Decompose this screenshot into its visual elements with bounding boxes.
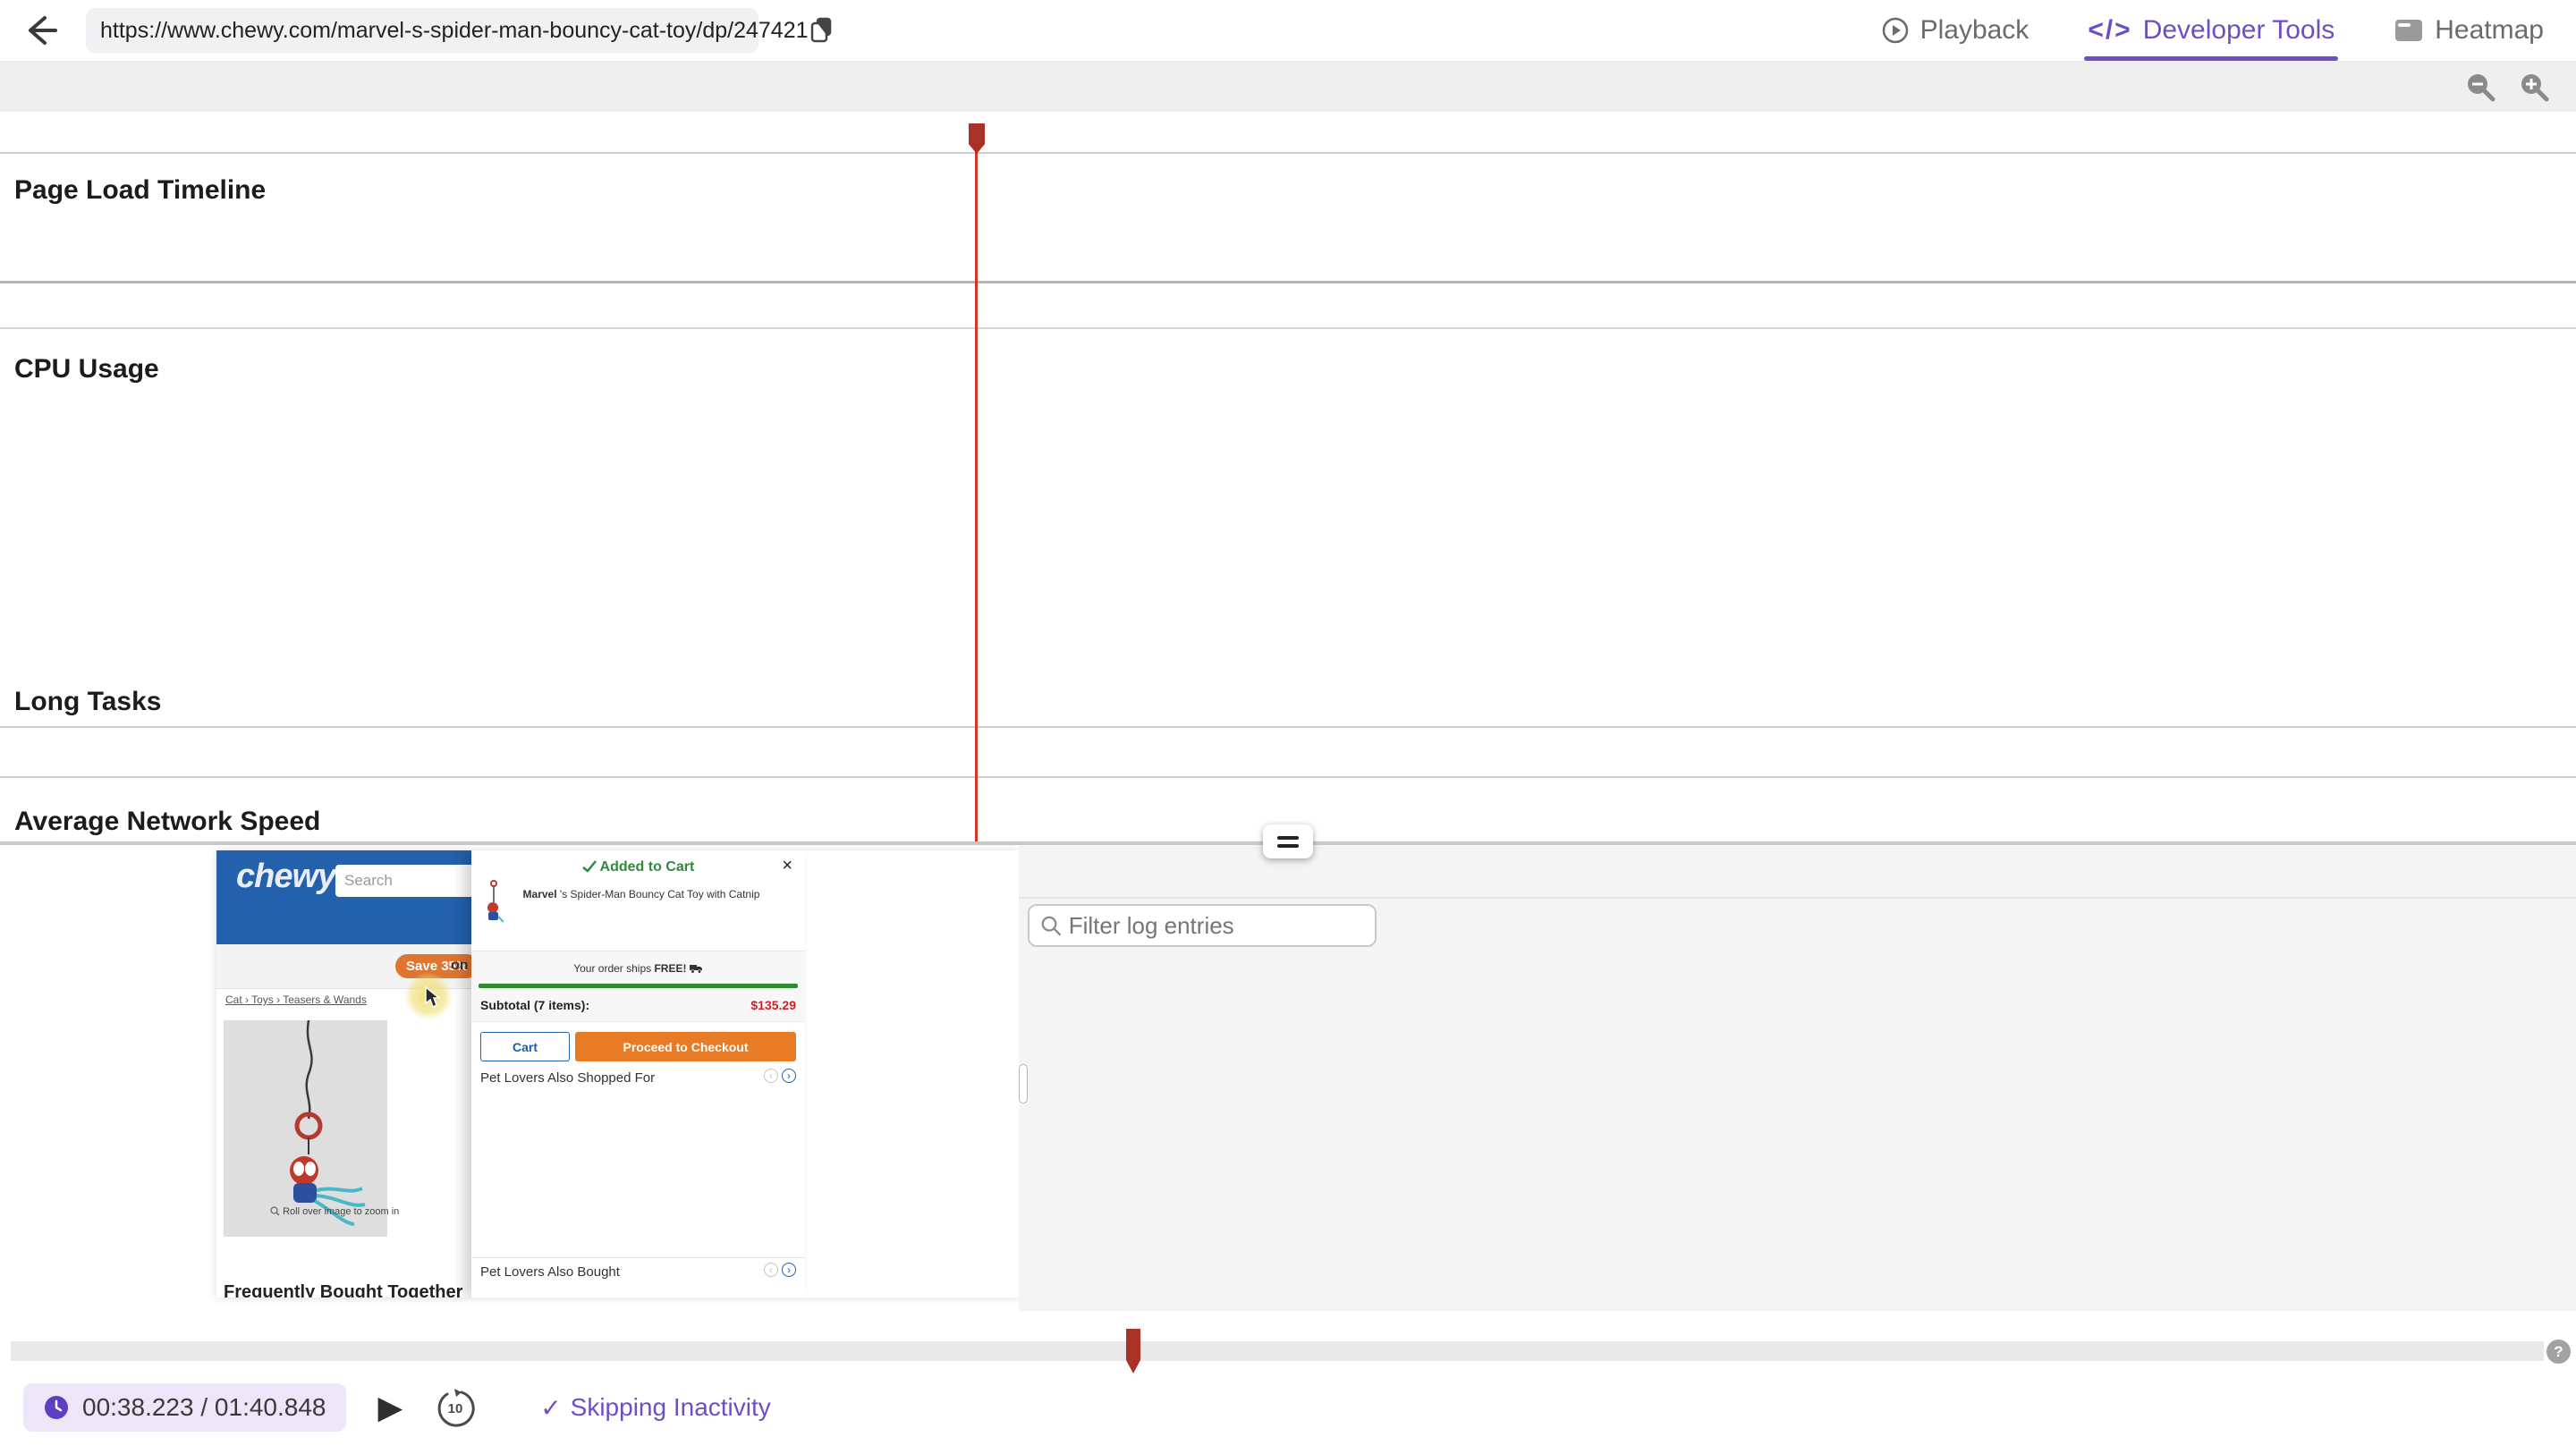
- cpu-usage-chart[interactable]: [0, 396, 2576, 660]
- scrubber-playhead[interactable]: [1126, 1329, 1140, 1374]
- shipping-progress-bar: [479, 984, 798, 988]
- log-filter-box[interactable]: [1028, 904, 1377, 947]
- time-display: 00:38.223 / 01:40.848: [23, 1383, 346, 1432]
- playhead-line: [975, 125, 978, 841]
- divider-drag-handle[interactable]: [1263, 824, 1313, 858]
- carousel-next-icon-2[interactable]: ›: [782, 1263, 796, 1277]
- total-time: 01:40.848: [215, 1393, 326, 1421]
- play-circle-icon: [1881, 16, 1910, 45]
- carousel-arrows: ‹ ›: [764, 1069, 796, 1083]
- tab-playback[interactable]: Playback: [1881, 0, 2029, 61]
- shipping-band: Your order ships FREE! Subtotal (7 items…: [471, 951, 805, 1022]
- log-filter-input[interactable]: [1069, 912, 1364, 940]
- top-bar: https://www.chewy.com/marvel-s-spider-ma…: [0, 0, 2576, 61]
- timeline-centerline: [0, 281, 2576, 283]
- devtools-tab-bar: [0, 61, 2576, 112]
- section-title-long-tasks: Long Tasks: [14, 687, 161, 717]
- player-bar: ? 00:38.223 / 01:40.848 ▶ 10 ✓ Skipping …: [0, 1311, 2576, 1454]
- subtotal-value: $135.29: [750, 998, 796, 1012]
- mouse-cursor: [424, 986, 444, 1010]
- close-icon[interactable]: ×: [782, 856, 792, 876]
- scrollbar-thumb[interactable]: [1019, 1064, 1028, 1103]
- search-icon: [1040, 914, 1062, 937]
- help-icon[interactable]: ?: [2546, 1340, 2571, 1364]
- check-icon: ✓: [540, 1393, 561, 1423]
- zoom-out-icon[interactable]: [2463, 70, 2497, 104]
- frequently-bought-title: Frequently Bought Together: [224, 1282, 462, 1298]
- current-time: 00:38.223: [82, 1393, 194, 1421]
- tab-heatmap[interactable]: Heatmap: [2394, 0, 2544, 61]
- session-replay-viewport: chewy Search Save 35% on y Cat › Toys › …: [216, 850, 1019, 1298]
- cart-item-title[interactable]: Marvel 's Spider-Man Bouncy Cat Toy with…: [507, 888, 775, 900]
- play-button[interactable]: ▶: [378, 1391, 403, 1424]
- copy-icon[interactable]: [809, 16, 835, 45]
- skipping-inactivity-toggle[interactable]: ✓ Skipping Inactivity: [540, 1393, 771, 1423]
- added-to-cart-panel: Added to Cart × Marvel 's Spider-Man Bou…: [471, 850, 805, 1298]
- product-image: [224, 1020, 387, 1237]
- timeline-ruler[interactable]: [0, 112, 2576, 154]
- also-bought-title: Pet Lovers Also Bought: [480, 1264, 620, 1280]
- carousel-prev-icon[interactable]: ‹: [764, 1069, 778, 1083]
- cart-button[interactable]: Cart: [480, 1032, 570, 1061]
- scrubber-track[interactable]: [11, 1341, 2544, 1361]
- breadcrumb[interactable]: Cat › Toys › Teasers & Wands: [225, 993, 367, 1006]
- free-shipping-text: Your order ships FREE!: [471, 962, 805, 975]
- also-shopped-title: Pet Lovers Also Shopped For: [480, 1070, 655, 1086]
- code-icon: </>: [2088, 15, 2131, 46]
- section-title-network-speed: Average Network Speed: [14, 807, 320, 837]
- proceed-to-checkout-button[interactable]: Proceed to Checkout: [575, 1032, 796, 1061]
- svg-text:10: 10: [448, 1401, 463, 1416]
- tab-developer-tools[interactable]: </> Developer Tools: [2088, 0, 2334, 61]
- subtotal-label: Subtotal (7 items):: [480, 998, 589, 1012]
- url-text: https://www.chewy.com/marvel-s-spider-ma…: [100, 18, 809, 44]
- heatmap-icon: [2394, 17, 2424, 44]
- section-title-cpu: CPU Usage: [14, 354, 159, 385]
- zoom-in-icon[interactable]: [2517, 70, 2551, 104]
- long-tasks-track[interactable]: [0, 726, 2576, 778]
- chewy-logo[interactable]: chewy: [236, 858, 335, 896]
- console-logs-panel: [1019, 845, 2576, 1311]
- section-title-page-load: Page Load Timeline: [14, 175, 266, 206]
- cart-item-thumbnail: [484, 879, 504, 924]
- clock-icon: [43, 1394, 70, 1421]
- carousel-prev-icon-2[interactable]: ‹: [764, 1263, 778, 1277]
- carousel-arrows-2: ‹ ›: [764, 1263, 796, 1277]
- rewind-10-button[interactable]: 10: [435, 1387, 476, 1428]
- page-load-timeline-track[interactable]: [0, 232, 2576, 329]
- carousel-next-icon[interactable]: ›: [782, 1069, 796, 1083]
- truck-icon: [690, 963, 703, 974]
- logs-tab-bar: [1019, 845, 2576, 899]
- added-to-cart-message: Added to Cart: [471, 859, 805, 875]
- back-icon[interactable]: [20, 13, 59, 48]
- url-bar[interactable]: https://www.chewy.com/marvel-s-spider-ma…: [86, 8, 758, 53]
- zoom-hint: Roll over image to zoom in: [270, 1206, 399, 1217]
